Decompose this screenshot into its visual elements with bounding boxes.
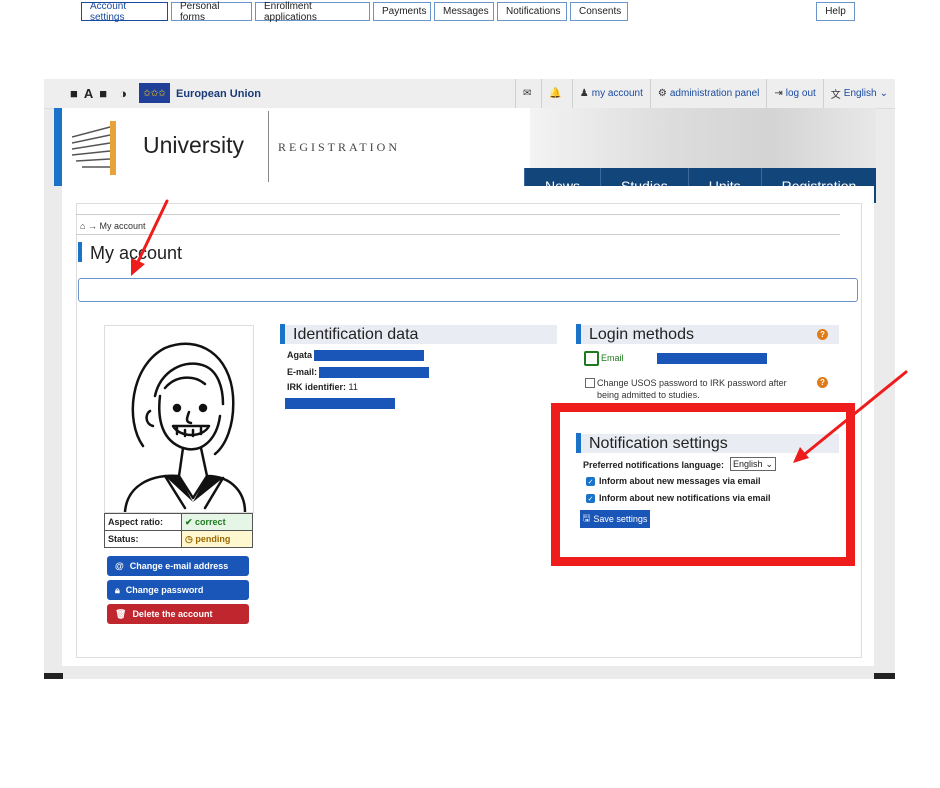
title-accent bbox=[78, 242, 82, 262]
redacted-surname bbox=[314, 350, 424, 361]
change-password-option: Change USOS password to IRK password aft… bbox=[597, 378, 787, 400]
tab-personal-forms[interactable]: Personal forms bbox=[171, 1, 252, 23]
avatar bbox=[123, 342, 247, 514]
admin-panel-link[interactable]: ⚙ administration panel bbox=[649, 79, 766, 108]
clock-icon: ◷ bbox=[185, 533, 196, 544]
divider bbox=[76, 214, 840, 215]
page-title: My account bbox=[90, 243, 183, 263]
change-password-button[interactable]: 🔒︎ Change password bbox=[107, 580, 249, 600]
language-icon: 文 bbox=[830, 90, 841, 101]
language-select[interactable]: 文 English ⌄ bbox=[822, 79, 895, 108]
change-email-button[interactable]: @ Change e-mail address bbox=[107, 556, 249, 576]
user-icon: ♟ bbox=[579, 88, 589, 99]
tab-enrollment-applications[interactable]: Enrollment applications bbox=[255, 1, 370, 23]
first-name: Agata bbox=[287, 350, 313, 360]
irk-label: IRK identifier: 11 bbox=[287, 382, 358, 392]
change-password-checkbox[interactable] bbox=[585, 378, 595, 388]
identification-title: Identification data bbox=[285, 325, 557, 344]
font-decrease-icon[interactable]: ■ bbox=[70, 86, 78, 101]
frame-edge bbox=[874, 673, 895, 679]
header-divider bbox=[268, 111, 269, 182]
frame-edge bbox=[44, 673, 63, 679]
tab-help[interactable]: Help bbox=[816, 2, 855, 21]
contrast-icon[interactable]: ◑ bbox=[119, 86, 127, 101]
tab-consents[interactable]: Consents bbox=[570, 2, 628, 21]
photo-status-table: Aspect ratio: ✔ correct Status: ◷ pendin… bbox=[104, 513, 253, 548]
help-icon[interactable]: ? bbox=[817, 329, 828, 340]
tab-payments[interactable]: Payments bbox=[373, 2, 431, 21]
bell-icon: 🔔 bbox=[549, 88, 562, 99]
check-icon: ✔ bbox=[185, 516, 196, 527]
logout-icon: ⇥ bbox=[774, 88, 783, 99]
lock-icon: 🔒︎ bbox=[115, 584, 120, 595]
redacted-login-email bbox=[657, 353, 767, 364]
redacted-email bbox=[319, 367, 429, 378]
profile-photo bbox=[104, 325, 254, 514]
home-icon[interactable]: ⌂ bbox=[80, 221, 85, 231]
help-icon[interactable]: ? bbox=[817, 377, 828, 388]
header-building-image bbox=[530, 108, 875, 170]
messages-link[interactable]: ✉ bbox=[514, 79, 541, 108]
email-method-icon bbox=[584, 351, 599, 366]
divider bbox=[76, 234, 840, 235]
my-account-link[interactable]: ♟ my account bbox=[571, 79, 650, 108]
breadcrumb-current[interactable]: My account bbox=[99, 221, 145, 231]
university-logo-icon bbox=[72, 121, 116, 175]
font-increase-icon[interactable]: ■ bbox=[99, 86, 107, 101]
gear-icon: ⚙ bbox=[657, 88, 667, 99]
notifications-link[interactable]: 🔔 bbox=[541, 79, 571, 108]
header-subtitle: REGISTRATION bbox=[278, 140, 400, 154]
login-methods-title: Login methods bbox=[581, 325, 839, 344]
header-accent-strip bbox=[54, 108, 62, 186]
top-bar: ■ A ■ ◑ ✩✩✩ European Union ✉ 🔔 ♟ my account … bbox=[44, 79, 895, 109]
status-label: Status: bbox=[104, 530, 182, 548]
email-method-label: Email bbox=[601, 353, 624, 363]
at-icon: @ bbox=[115, 561, 124, 571]
delete-account-button[interactable]: 🗑︎ Delete the account bbox=[107, 604, 249, 624]
chevron-down-icon: ⌄ bbox=[879, 88, 888, 99]
eu-flag-icon: ✩✩✩ bbox=[139, 83, 170, 103]
logout-link[interactable]: ⇥ log out bbox=[766, 79, 822, 108]
tab-messages[interactable]: Messages bbox=[434, 2, 494, 21]
aspect-ratio-value: ✔ correct bbox=[181, 513, 253, 531]
tab-account-settings[interactable]: Account settings bbox=[81, 1, 168, 23]
highlight-box bbox=[551, 403, 855, 566]
accessibility-controls[interactable]: ■ A ■ ◑ bbox=[70, 86, 127, 101]
email-label: E-mail: bbox=[287, 367, 318, 377]
envelope-icon: ✉ bbox=[522, 88, 532, 99]
font-size-icon[interactable]: A bbox=[84, 86, 93, 101]
tab-bar bbox=[78, 278, 858, 302]
eu-label: European Union bbox=[176, 88, 261, 100]
tab-notifications[interactable]: Notifications bbox=[497, 2, 567, 21]
redacted-field bbox=[285, 398, 395, 409]
aspect-ratio-label: Aspect ratio: bbox=[104, 513, 182, 531]
university-name: University bbox=[143, 132, 244, 158]
status-badge: ◷ pending bbox=[181, 530, 253, 548]
breadcrumb: ⌂ → My account bbox=[80, 221, 146, 231]
trash-icon: 🗑︎ bbox=[115, 608, 127, 619]
